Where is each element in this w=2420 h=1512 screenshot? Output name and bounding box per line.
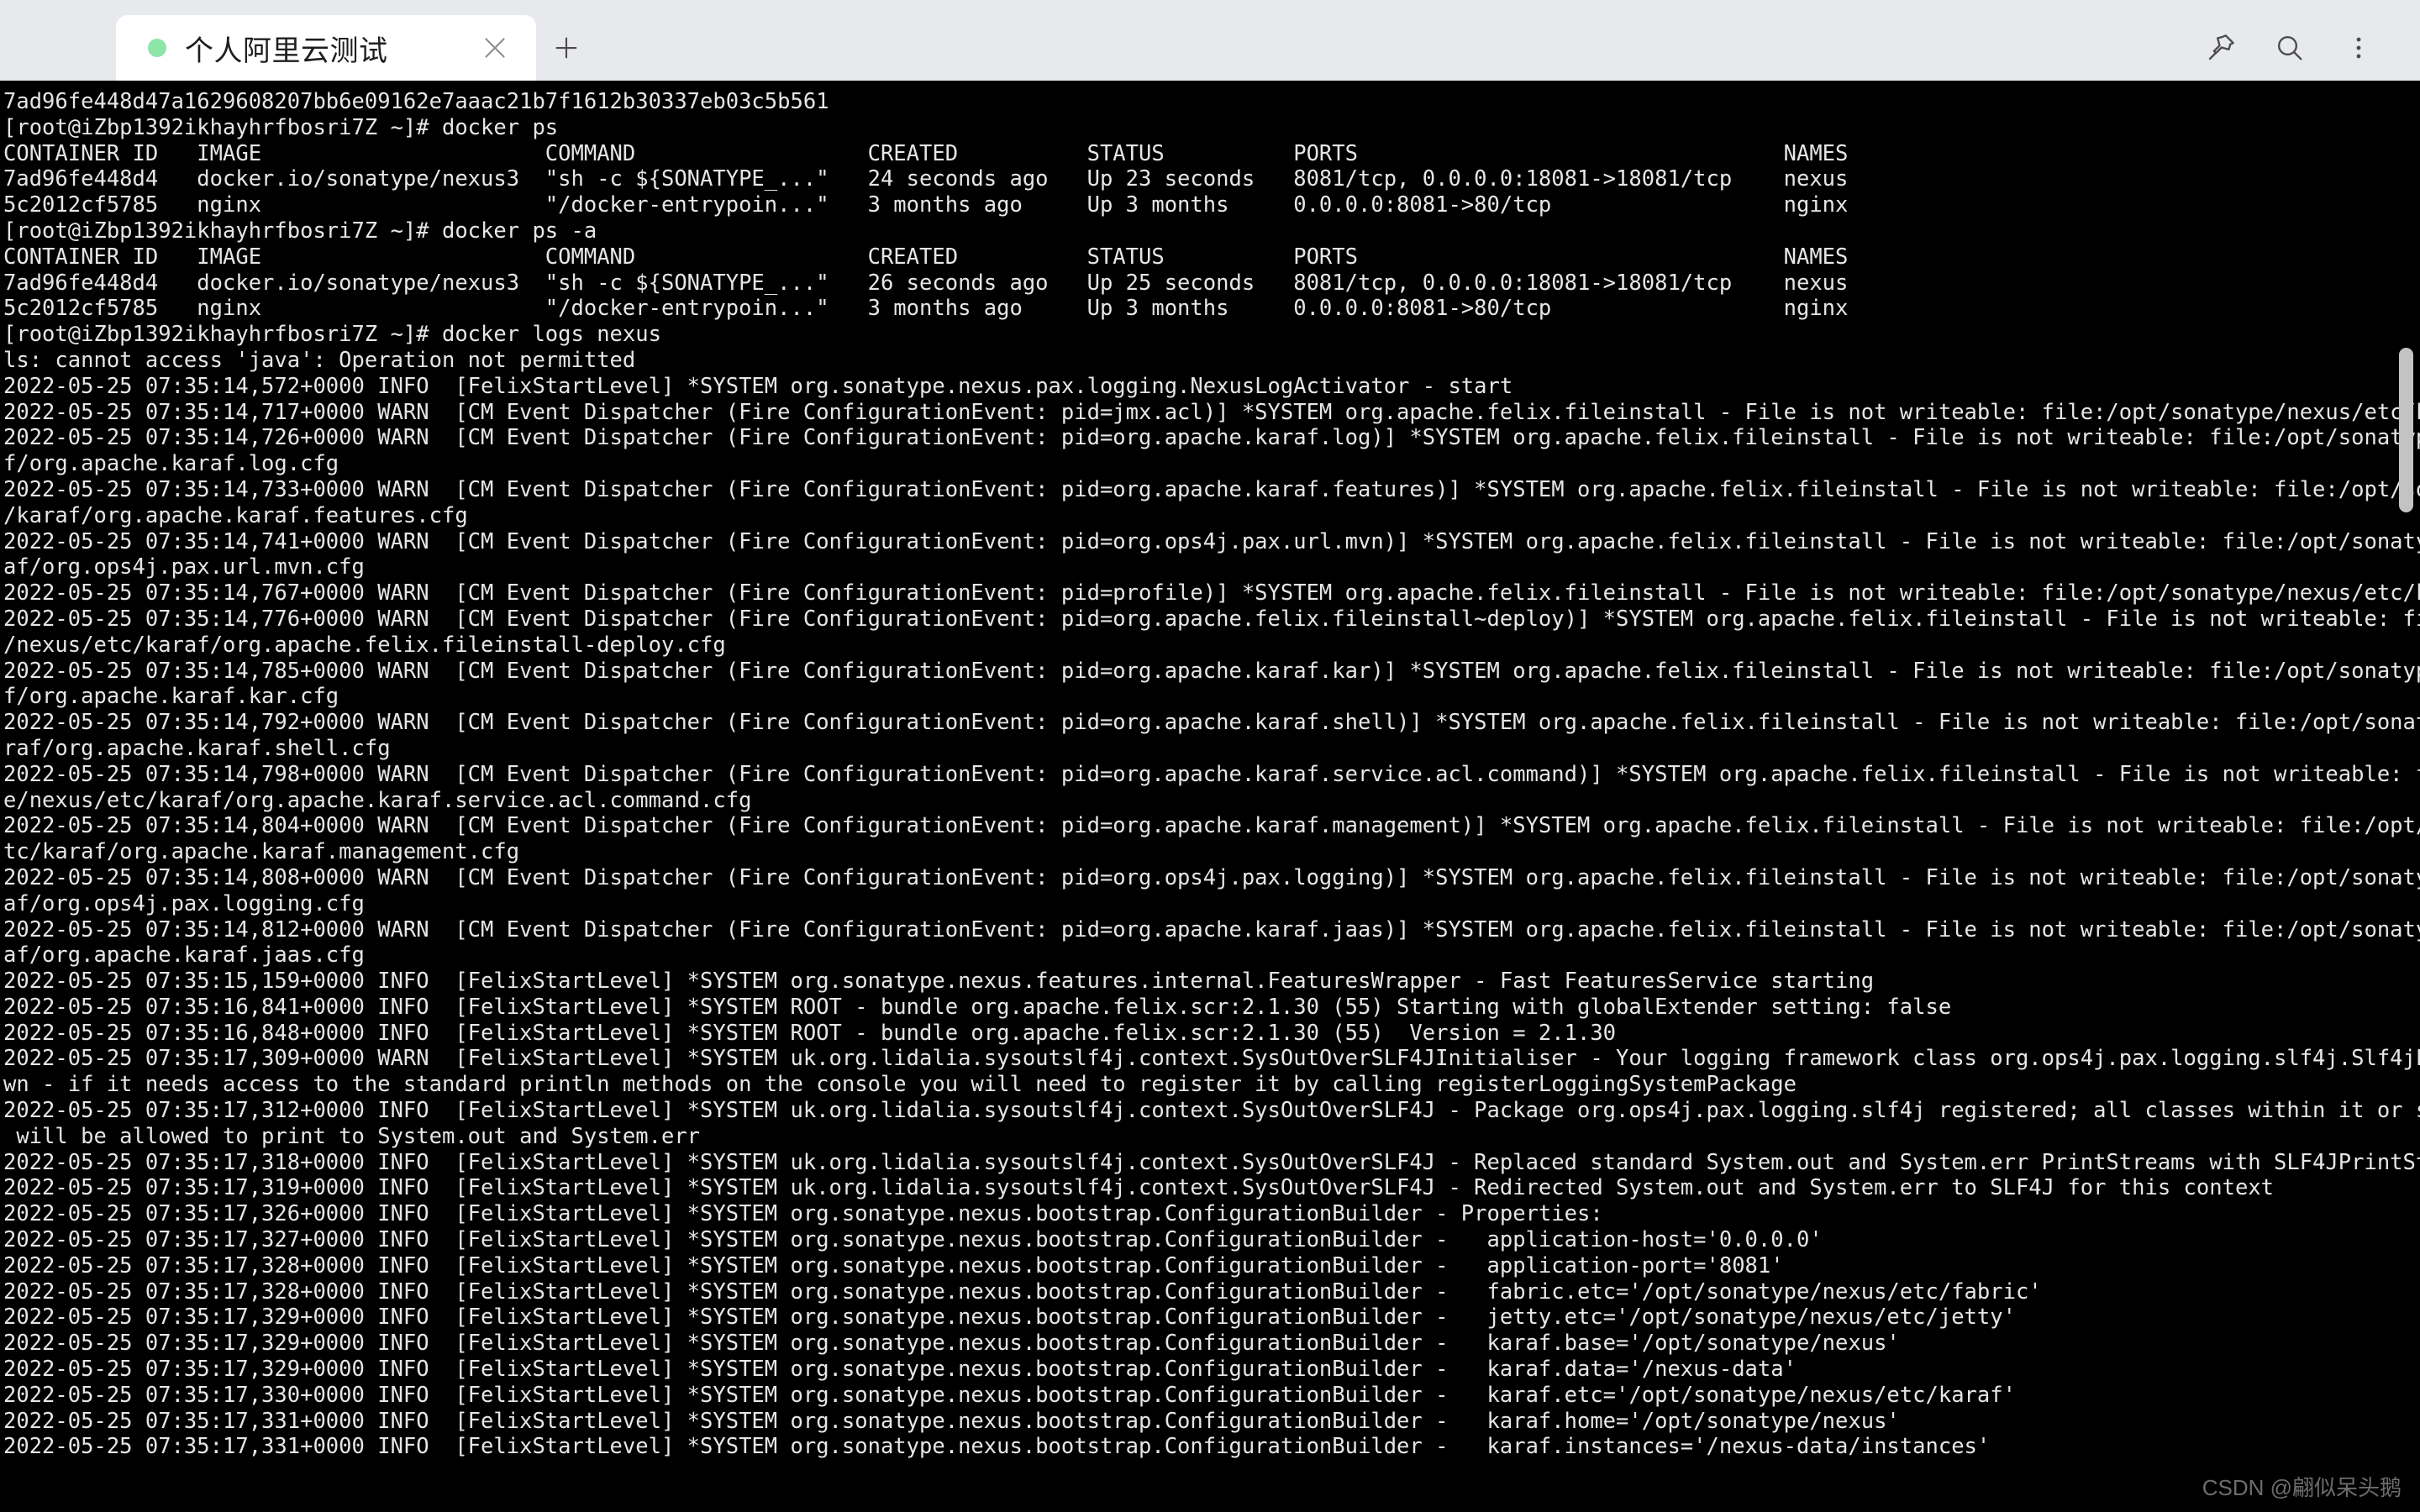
terminal-line: CONTAINER ID IMAGE COMMAND CREATED STATU… [3, 140, 1849, 166]
terminal-line: 2022-05-25 07:35:17,331+0000 INFO [Felix… [3, 1434, 1991, 1460]
terminal-line: f/org.apache.karaf.log.cfg [3, 451, 339, 477]
tab-bar-actions [2190, 15, 2420, 81]
terminal-line: 5c2012cf5785 nginx "/docker-entrypoin...… [3, 296, 1849, 322]
terminal-line: 2022-05-25 07:35:15,159+0000 INFO [Felix… [3, 969, 1875, 995]
terminal-line: [root@iZbp1392ikhayhrfbosri7Z ~]# docker… [3, 114, 559, 140]
terminal-output-pane[interactable]: 7ad96fe448d47a1629608207bb6e09162e7aaac2… [0, 81, 2420, 1512]
terminal-line: 2022-05-25 07:35:14,792+0000 WARN [CM Ev… [3, 710, 2420, 736]
terminal-line: 2022-05-25 07:35:17,331+0000 INFO [Felix… [3, 1408, 1900, 1434]
terminal-lines-container: 7ad96fe448d47a1629608207bb6e09162e7aaac2… [0, 81, 2420, 1460]
new-tab-button[interactable] [536, 15, 597, 81]
terminal-line: 2022-05-25 07:35:16,841+0000 INFO [Felix… [3, 994, 1952, 1020]
terminal-line: /nexus/etc/karaf/org.apache.felix.filein… [3, 632, 726, 658]
terminal-line: af/org.ops4j.pax.url.mvn.cfg [3, 554, 365, 580]
terminal-line: 2022-05-25 07:35:14,572+0000 INFO [Felix… [3, 373, 1513, 399]
connected-dot [148, 39, 166, 57]
terminal-line: 2022-05-25 07:35:17,309+0000 WARN [Felix… [3, 1046, 2420, 1072]
terminal-line: 2022-05-25 07:35:17,329+0000 INFO [Felix… [3, 1305, 2016, 1331]
terminal-line: e/nexus/etc/karaf/org.apache.karaf.servi… [3, 787, 752, 813]
terminal-line: 2022-05-25 07:35:17,329+0000 INFO [Felix… [3, 1331, 1900, 1357]
terminal-line: 2022-05-25 07:35:14,785+0000 WARN [CM Ev… [3, 658, 2420, 684]
terminal-line: 2022-05-25 07:35:17,326+0000 INFO [Felix… [3, 1201, 1603, 1227]
terminal-line: raf/org.apache.karaf.shell.cfg [3, 735, 391, 761]
terminal-line: 2022-05-25 07:35:17,328+0000 INFO [Felix… [3, 1252, 1784, 1278]
terminal-line: 7ad96fe448d47a1629608207bb6e09162e7aaac2… [3, 89, 829, 114]
terminal-line: CONTAINER ID IMAGE COMMAND CREATED STATU… [3, 244, 1849, 270]
terminal-line: af/org.ops4j.pax.logging.cfg [3, 890, 365, 916]
csdn-watermark: CSDN @翩似呆头鹅 [2202, 1475, 2402, 1500]
terminal-line: 7ad96fe448d4 docker.io/sonatype/nexus3 "… [3, 166, 1849, 192]
tab-title: 个人阿里云测试 [185, 34, 388, 67]
terminal-line: 2022-05-25 07:35:14,733+0000 WARN [CM Ev… [3, 476, 2420, 502]
terminal-line: tc/karaf/org.apache.karaf.management.cfg [3, 839, 520, 865]
terminal-line: 2022-05-25 07:35:16,848+0000 INFO [Felix… [3, 1020, 1617, 1046]
terminal-line: 2022-05-25 07:35:17,312+0000 INFO [Felix… [3, 1098, 2420, 1124]
terminal-line: af/org.apache.karaf.jaas.cfg [3, 942, 365, 969]
terminal-line: 2022-05-25 07:35:14,717+0000 WARN [CM Ev… [3, 399, 2420, 425]
terminal-line: ls: cannot access 'java': Operation not … [3, 347, 636, 373]
more-vertical-icon[interactable] [2328, 17, 2390, 79]
terminal-line: /karaf/org.apache.karaf.features.cfg [3, 502, 468, 528]
terminal-line: 2022-05-25 07:35:17,327+0000 INFO [Felix… [3, 1227, 1823, 1253]
terminal-app-window: 个人阿里云测试 7ad96fe448d47a1629608207bb6e0916… [0, 0, 2420, 1512]
terminal-line: 2022-05-25 07:35:14,808+0000 WARN [CM Ev… [3, 864, 2420, 890]
terminal-line: 2022-05-25 07:35:14,741+0000 WARN [CM Ev… [3, 528, 2420, 554]
terminal-tab[interactable]: 个人阿里云测试 [116, 15, 536, 81]
terminal-line: [root@iZbp1392ikhayhrfbosri7Z ~]# docker… [3, 322, 661, 348]
terminal-line: 2022-05-25 07:35:14,767+0000 WARN [CM Ev… [3, 580, 2420, 606]
terminal-scrollbar-track[interactable] [2399, 81, 2417, 1512]
terminal-line: 2022-05-25 07:35:14,726+0000 WARN [CM Ev… [3, 425, 2420, 451]
terminal-line: wn - if it needs access to the standard … [3, 1072, 1797, 1098]
terminal-line: 7ad96fe448d4 docker.io/sonatype/nexus3 "… [3, 270, 1849, 296]
terminal-line: 2022-05-25 07:35:17,328+0000 INFO [Felix… [3, 1278, 2042, 1305]
pin-icon[interactable] [2190, 17, 2252, 79]
terminal-line: [root@iZbp1392ikhayhrfbosri7Z ~]# docker… [3, 218, 597, 244]
terminal-line: 2022-05-25 07:35:14,776+0000 WARN [CM Ev… [3, 606, 2420, 632]
terminal-line: 2022-05-25 07:35:14,812+0000 WARN [CM Ev… [3, 916, 2420, 942]
search-icon[interactable] [2259, 17, 2321, 79]
close-icon[interactable] [469, 22, 521, 74]
terminal-scrollbar-thumb[interactable] [2399, 348, 2413, 512]
terminal-line: 2022-05-25 07:35:17,329+0000 INFO [Felix… [3, 1357, 1797, 1383]
terminal-line: f/org.apache.karaf.kar.cfg [3, 684, 339, 710]
terminal-line: will be allowed to print to System.out a… [3, 1123, 701, 1149]
tab-bar: 个人阿里云测试 [0, 0, 2420, 81]
terminal-line: 5c2012cf5785 nginx "/docker-entrypoin...… [3, 192, 1849, 218]
terminal-line: 2022-05-25 07:35:14,804+0000 WARN [CM Ev… [3, 813, 2420, 839]
terminal-line: 2022-05-25 07:35:17,330+0000 INFO [Felix… [3, 1382, 2016, 1408]
terminal-line: 2022-05-25 07:35:17,319+0000 INFO [Felix… [3, 1175, 2275, 1201]
terminal-line: 2022-05-25 07:35:17,318+0000 INFO [Felix… [3, 1149, 2420, 1175]
terminal-line: 2022-05-25 07:35:14,798+0000 WARN [CM Ev… [3, 761, 2420, 787]
